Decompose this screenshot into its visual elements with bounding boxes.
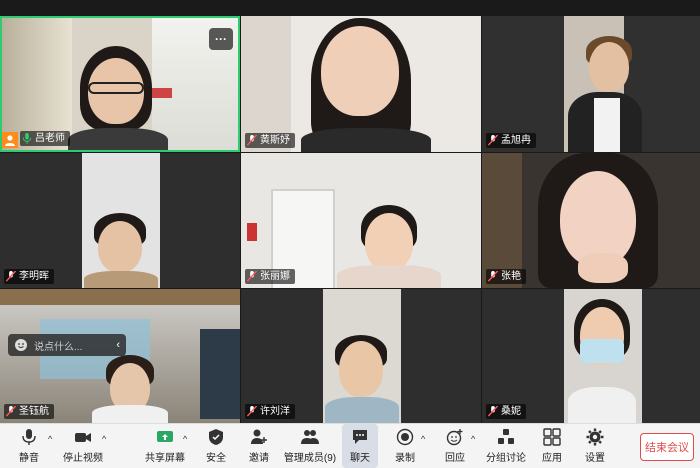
participant-nametag: 许刘洋 [245,404,295,419]
participant-name: 许刘洋 [260,406,290,417]
record-icon [396,428,414,446]
settings-button[interactable]: 设置 [580,424,610,468]
share-screen-button[interactable]: 共享屏幕 [144,424,186,468]
video-feed [482,153,700,288]
more-options-button[interactable]: ··· [209,28,233,50]
end-meeting-button[interactable]: 结束会议 [640,433,694,461]
invite-button[interactable]: 邀请 [244,424,274,468]
video-feed [0,289,240,423]
mic-muted-icon [488,135,498,146]
mic-muted-icon [247,135,257,146]
participant-name: 吕老师 [35,133,65,144]
chat-bubble-icon [353,430,367,444]
stop-video-button[interactable]: 停止视频 [62,424,104,468]
manage-participants-button[interactable]: 管理成员(9) [284,424,336,468]
mic-on-icon [22,133,32,144]
share-screen-icon [157,431,173,442]
microphone-icon [22,429,36,445]
participant-name: 黄斯妤 [260,135,290,146]
participant-nametag: 李明晖 [4,269,54,284]
chat-button[interactable]: 聊天 [342,424,378,468]
video-grid: ··· 吕老师 黄斯妤 孟旭冉 李明晖 张丽娜 张艳 圣钰航 许刘洋 桑妮 [0,16,700,423]
apps-button[interactable]: 应用 [537,424,567,468]
share-options-chevron-icon[interactable]: ^ [183,434,187,444]
more-label: ··· [215,32,227,46]
video-feed [482,16,700,152]
apps-grid-icon [543,428,561,446]
participant-name: 张艳 [501,271,521,282]
mic-muted-icon [247,271,257,282]
video-tile[interactable]: 孟旭冉 [482,16,700,152]
chat-placeholder: 说点什么... [34,341,83,353]
video-feed [241,289,481,423]
video-feed [241,16,481,152]
collapse-chevron-icon[interactable]: ‹ [116,339,120,351]
mute-options-chevron-icon[interactable]: ^ [48,434,52,444]
breakout-rooms-button[interactable]: 分组讨论 [486,424,526,468]
security-button[interactable]: 安全 [201,424,231,468]
emoji-add-icon [446,429,463,446]
video-tile-teacher[interactable]: ··· 吕老师 [0,16,240,152]
video-feed [482,289,700,423]
breakout-rooms-icon [498,429,514,444]
video-feed [241,153,481,288]
video-feed [0,153,240,288]
participant-name: 李明晖 [19,271,49,282]
reaction-options-chevron-icon[interactable]: ^ [471,434,475,444]
participant-nametag: 黄斯妤 [245,133,295,148]
gear-icon [586,428,604,446]
mute-button[interactable]: 静音 [12,424,46,468]
record-options-chevron-icon[interactable]: ^ [421,434,425,444]
participant-name: 桑妮 [501,406,521,417]
participant-name: 孟旭冉 [501,135,531,146]
shield-icon [209,429,223,445]
participant-nametag: 桑妮 [486,404,526,419]
participants-icon [301,430,319,444]
record-button[interactable]: 录制 [390,424,420,468]
video-options-chevron-icon[interactable]: ^ [102,434,106,444]
participant-nametag: 张丽娜 [245,269,295,284]
video-tile[interactable]: 许刘洋 [241,289,481,423]
participant-nametag: 孟旭冉 [486,133,536,148]
participant-nametag: 张艳 [486,269,526,284]
add-person-icon [251,429,267,444]
participant-name: 圣钰航 [19,406,49,417]
reaction-button[interactable]: 回应 [440,424,470,468]
video-tile[interactable]: 圣钰航 [0,289,240,423]
video-camera-icon [75,433,91,442]
mic-muted-icon [247,406,257,417]
video-tile[interactable]: 张艳 [482,153,700,288]
participant-nametag: 圣钰航 [4,404,54,419]
host-icon [2,132,18,148]
emoji-icon[interactable] [14,338,28,352]
mic-muted-icon [488,271,498,282]
video-tile[interactable]: 桑妮 [482,289,700,423]
mic-muted-icon [488,406,498,417]
video-tile[interactable]: 黄斯妤 [241,16,481,152]
video-tile[interactable]: 张丽娜 [241,153,481,288]
participant-nametag: 吕老师 [20,131,70,146]
mic-muted-icon [6,271,16,282]
quick-chat-input[interactable]: 说点什么... ‹ [8,334,126,356]
participant-name: 张丽娜 [260,271,290,282]
video-tile[interactable]: 李明晖 [0,153,240,288]
mic-muted-icon [6,406,16,417]
meeting-toolbar: 静音 ^ 停止视频 ^ 共享屏幕 ^ 安全 邀请 管理成员(9) 聊天 录制 ^… [0,423,700,468]
